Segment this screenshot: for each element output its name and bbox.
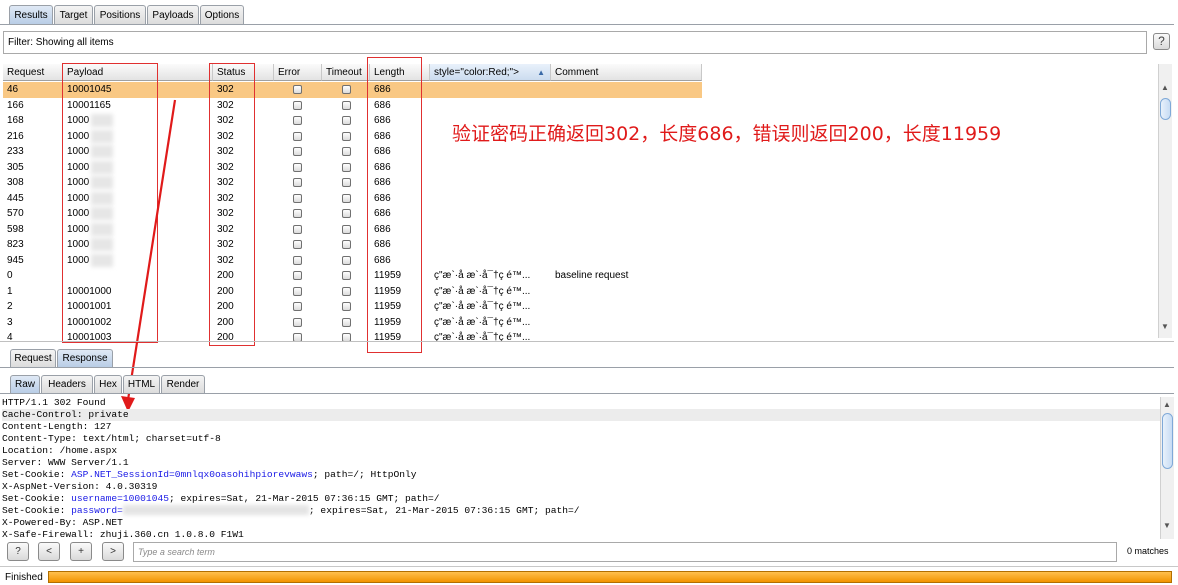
status-divider [0, 566, 1178, 567]
raw-line: X-AspNet-Version: 4.0.30319 [2, 481, 158, 492]
tab-request[interactable]: Request [10, 349, 56, 367]
previous-match-button[interactable]: < [38, 542, 60, 561]
progress-bar [48, 571, 1172, 583]
scroll-up-icon[interactable]: ▲ [1163, 400, 1171, 409]
raw-line: Set-Cookie: ASP.NET_SessionId=0mnlqx0oas… [2, 469, 1160, 481]
pane-divider [0, 341, 1174, 342]
raw-line: Content-Length: 127 [2, 421, 112, 432]
view-tab-line [0, 393, 1174, 394]
raw-line: Set-Cookie: username=10001045; expires=S… [2, 493, 1160, 505]
tab-html[interactable]: HTML [123, 375, 160, 393]
raw-line: HTTP/1.1 302 Found [2, 397, 106, 408]
raw-line: Server: WWW Server/1.1 [2, 457, 129, 468]
cookie-value: username=10001045 [71, 493, 169, 504]
match-count: 0 matches [1127, 546, 1169, 556]
add-button[interactable]: + [70, 542, 92, 561]
status-text: Finished [5, 572, 43, 583]
search-input[interactable]: Type a search term [133, 542, 1117, 562]
raw-header-rest: ; expires=Sat, 21-Mar-2015 07:36:15 GMT;… [168, 493, 440, 504]
raw-header-name: Set-Cookie: [2, 469, 72, 480]
tab-raw[interactable]: Raw [10, 375, 40, 393]
raw-line: X-Powered-By: ASP.NET [2, 517, 123, 528]
raw-line: Cache-Control: private [2, 409, 1160, 421]
raw-line: Set-Cookie: password= ; expires=Sat, 21-M… [2, 505, 1160, 517]
reqresp-tab-line [0, 367, 1174, 368]
tab-headers[interactable]: Headers [41, 375, 93, 393]
next-match-button[interactable]: > [102, 542, 124, 561]
scroll-down-icon[interactable]: ▼ [1163, 521, 1171, 530]
raw-line: Content-Type: text/html; charset=utf-8 [2, 433, 221, 444]
raw-scroll-thumb[interactable] [1162, 413, 1173, 469]
cookie-value: ASP.NET_SessionId=0mnlqx0oasohihpiorevwa… [71, 469, 313, 480]
cookie-value: password= [71, 505, 123, 516]
raw-header-rest: ; path=/; HttpOnly [312, 469, 417, 480]
raw-scrollbar[interactable]: ▲ ▼ [1160, 397, 1174, 539]
help-button[interactable]: ? [7, 542, 29, 561]
raw-header-name: Set-Cookie: [2, 493, 72, 504]
raw-response-view[interactable]: HTTP/1.1 302 Found Cache-Control: privat… [2, 397, 1160, 539]
tab-response[interactable]: Response [57, 349, 113, 367]
tab-hex[interactable]: Hex [94, 375, 122, 393]
raw-header-rest: ; expires=Sat, 21-Mar-2015 07:36:15 GMT;… [308, 505, 580, 516]
raw-line: Location: /home.aspx [2, 445, 118, 456]
tab-render[interactable]: Render [161, 375, 205, 393]
raw-line: X-Safe-Firewall: zhuji.360.cn 1.0.8.0 F1… [2, 529, 244, 539]
redacted-value [122, 505, 309, 516]
raw-header-name: Set-Cookie: [2, 505, 72, 516]
